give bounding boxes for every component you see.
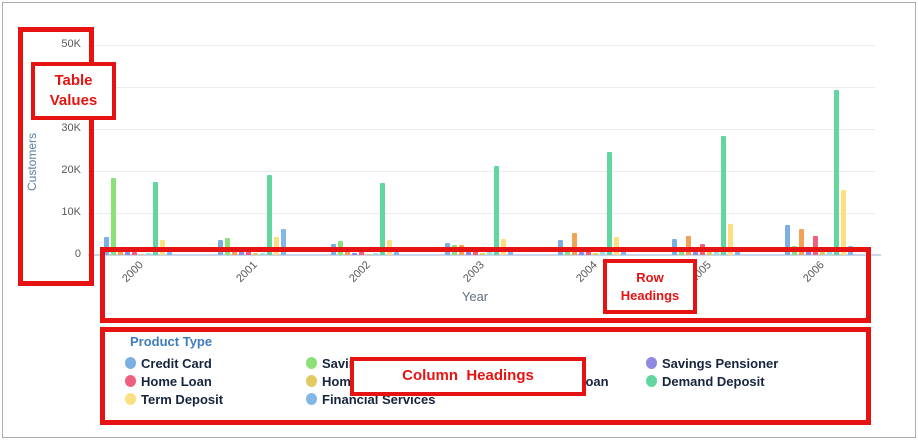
bar-demand-deposit-2006[interactable] — [834, 90, 839, 255]
annotation-label-row-headings: Row Headings — [603, 259, 697, 314]
gridline — [88, 171, 875, 172]
bar-savings-2000[interactable] — [111, 178, 116, 255]
annotation-label-table-values: Table Values — [31, 62, 116, 120]
bar-demand-deposit-2002[interactable] — [380, 183, 385, 255]
gridline — [88, 45, 875, 46]
bar-demand-deposit-2000[interactable] — [153, 182, 158, 255]
annotation-box-row-headings-region — [100, 247, 871, 323]
gridline — [88, 87, 875, 88]
gridline — [88, 213, 875, 214]
annotation-text: Headings — [621, 287, 680, 305]
annotation-text: Values — [50, 91, 98, 111]
gridline — [88, 129, 875, 130]
annotation-text: Row — [636, 269, 663, 287]
annotation-label-column-headings: Column Headings — [350, 357, 586, 396]
bar-demand-deposit-2003[interactable] — [494, 166, 499, 255]
chart-frame: 010K20K30K40K50K200020012002200320042005… — [2, 2, 916, 438]
bar-term-deposit-2006[interactable] — [841, 190, 846, 255]
bar-demand-deposit-2001[interactable] — [267, 175, 272, 255]
annotation-text: Column Headings — [402, 366, 534, 386]
bar-demand-deposit-2004[interactable] — [607, 152, 612, 255]
bar-demand-deposit-2005[interactable] — [721, 136, 726, 255]
annotation-text: Table — [54, 71, 92, 91]
